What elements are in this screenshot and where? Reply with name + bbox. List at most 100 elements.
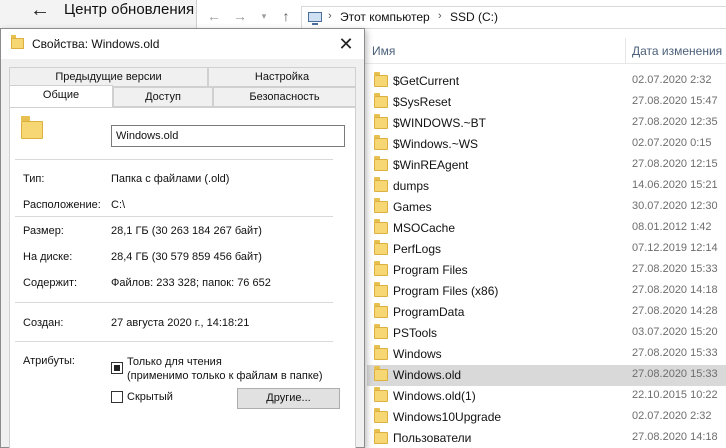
- tab-customize[interactable]: Настройка: [208, 67, 356, 87]
- list-item[interactable]: Windows 27.08.2020 15:33: [367, 344, 726, 365]
- file-name: Windows.old(1): [393, 389, 476, 403]
- list-item[interactable]: Windows10Upgrade 02.07.2020 2:32: [367, 407, 726, 428]
- readonly-label[interactable]: Только для чтения: [127, 356, 222, 368]
- file-date: 02.07.2020 2:32: [632, 410, 712, 422]
- list-item[interactable]: $GetCurrent 02.07.2020 2:32: [367, 71, 726, 92]
- divider: [15, 302, 333, 303]
- list-item[interactable]: Windows.old 27.08.2020 15:33: [367, 365, 726, 386]
- hidden-label[interactable]: Скрытый: [127, 391, 173, 403]
- size-label: Размер:: [23, 225, 64, 237]
- column-divider[interactable]: [625, 38, 626, 64]
- file-date: 30.07.2020 12:30: [632, 200, 718, 212]
- created-label: Создан:: [23, 317, 64, 329]
- file-date: 14.06.2020 15:21: [632, 179, 718, 191]
- file-name: dumps: [393, 179, 430, 193]
- column-name-header[interactable]: Имя: [372, 44, 395, 58]
- close-icon[interactable]: ✕: [335, 33, 357, 55]
- file-name: ProgramData: [393, 305, 465, 319]
- list-item[interactable]: $SysReset 27.08.2020 15:47: [367, 92, 726, 113]
- file-name: $Windows.~WS: [393, 137, 479, 151]
- file-date: 27.08.2020 15:47: [632, 95, 718, 107]
- attributes-label: Атрибуты:: [23, 355, 75, 367]
- file-name: Windows10Upgrade: [393, 410, 502, 424]
- back-arrow-icon[interactable]: ←: [30, 0, 56, 22]
- readonly-checkbox[interactable]: [111, 362, 123, 374]
- folder-icon: [374, 135, 388, 150]
- folder-name-input[interactable]: [111, 125, 345, 147]
- dialog-title: Свойства: Windows.old: [32, 37, 160, 51]
- file-name: Games: [393, 200, 432, 214]
- folder-icon: [374, 282, 388, 297]
- computer-icon: [308, 12, 322, 25]
- folder-icon: [374, 219, 388, 234]
- breadcrumb-this-pc[interactable]: Этот компьютер: [340, 10, 430, 24]
- file-date: 27.08.2020 14:18: [632, 431, 718, 443]
- recent-locations-chevron-icon[interactable]: ▾: [255, 7, 273, 25]
- location-value: C:\: [111, 199, 126, 211]
- back-arrow-icon[interactable]: ←: [205, 7, 223, 25]
- file-name: PSTools: [393, 326, 438, 340]
- list-item[interactable]: $Windows.~WS 02.07.2020 0:15: [367, 134, 726, 155]
- column-date-header[interactable]: Дата изменения: [632, 44, 722, 58]
- file-date: 27.08.2020 15:33: [632, 347, 718, 359]
- up-arrow-icon[interactable]: ↑: [277, 7, 295, 25]
- folder-icon: [374, 387, 388, 402]
- file-date: 02.07.2020 0:15: [632, 137, 712, 149]
- list-item[interactable]: dumps 14.06.2020 15:21: [367, 176, 726, 197]
- tab-sharing[interactable]: Доступ: [113, 87, 213, 107]
- list-item[interactable]: Program Files (x86) 27.08.2020 14:18: [367, 281, 726, 302]
- file-name: Пользователи: [393, 431, 472, 445]
- folder-icon: [374, 324, 388, 339]
- tab-general[interactable]: Общие: [9, 85, 113, 107]
- list-item[interactable]: PerfLogs 07.12.2019 12:14: [367, 239, 726, 260]
- folder-icon: [374, 429, 388, 444]
- divider: [15, 216, 333, 217]
- file-name: $WINDOWS.~BT: [393, 116, 487, 130]
- forward-arrow-icon[interactable]: →: [231, 7, 249, 25]
- file-name: Windows.old: [393, 368, 462, 382]
- list-item[interactable]: Games 30.07.2020 12:30: [367, 197, 726, 218]
- list-item[interactable]: $WinREAgent 27.08.2020 12:15: [367, 155, 726, 176]
- breadcrumb-separator-icon: ›: [438, 10, 442, 22]
- folder-icon: [374, 261, 388, 276]
- folder-icon: [374, 177, 388, 192]
- list-item[interactable]: PSTools 03.07.2020 15:20: [367, 323, 726, 344]
- address-bar[interactable]: › Этот компьютер › SSD (C:): [301, 6, 726, 29]
- list-item[interactable]: Windows.old(1) 22.10.2015 10:22: [367, 386, 726, 407]
- file-date: 27.08.2020 14:18: [632, 284, 718, 296]
- folder-icon: [374, 345, 388, 360]
- advanced-attributes-button[interactable]: Другие...: [237, 388, 340, 409]
- breadcrumb-separator-icon: ›: [328, 10, 332, 22]
- file-date: 27.08.2020 15:33: [632, 368, 718, 380]
- file-name: PerfLogs: [393, 242, 442, 256]
- properties-dialog: Свойства: Windows.old ✕ Предыдущие верси…: [0, 28, 365, 448]
- disk-size-label: На диске:: [23, 251, 73, 263]
- location-label: Расположение:: [23, 199, 101, 211]
- created-value: 27 августа 2020 г., 14:18:21: [111, 317, 250, 329]
- dialog-titlebar: Свойства: Windows.old ✕: [1, 29, 364, 59]
- settings-window: ← Центр обновления: [0, 0, 200, 28]
- settings-window-title: Центр обновления: [64, 1, 195, 18]
- list-item[interactable]: ProgramData 27.08.2020 14:28: [367, 302, 726, 323]
- list-item[interactable]: Пользователи 27.08.2020 14:18: [367, 428, 726, 448]
- size-value: 28,1 ГБ (30 263 184 267 байт): [111, 225, 262, 237]
- folder-icon: [374, 366, 388, 381]
- list-item[interactable]: Program Files 27.08.2020 15:33: [367, 260, 726, 281]
- folder-icon: [11, 35, 24, 49]
- list-item[interactable]: MSOCache 08.01.2012 1:42: [367, 218, 726, 239]
- folder-icon: [374, 93, 388, 108]
- tab-previous-versions[interactable]: Предыдущие версии: [9, 67, 208, 87]
- tab-security[interactable]: Безопасность: [213, 87, 356, 107]
- breadcrumb-drive-c[interactable]: SSD (C:): [450, 10, 498, 24]
- hidden-checkbox[interactable]: [111, 391, 123, 403]
- divider: [15, 159, 333, 160]
- contains-label: Содержит:: [23, 277, 78, 289]
- file-date: 27.08.2020 12:15: [632, 158, 718, 170]
- file-name: Program Files: [393, 263, 468, 277]
- folder-icon: [374, 114, 388, 129]
- folder-icon: [374, 240, 388, 255]
- file-date: 02.07.2020 2:32: [632, 74, 712, 86]
- list-item[interactable]: $WINDOWS.~BT 27.08.2020 12:35: [367, 113, 726, 134]
- file-date: 22.10.2015 10:22: [632, 389, 718, 401]
- readonly-note: (применимо только к файлам в папке): [127, 370, 323, 382]
